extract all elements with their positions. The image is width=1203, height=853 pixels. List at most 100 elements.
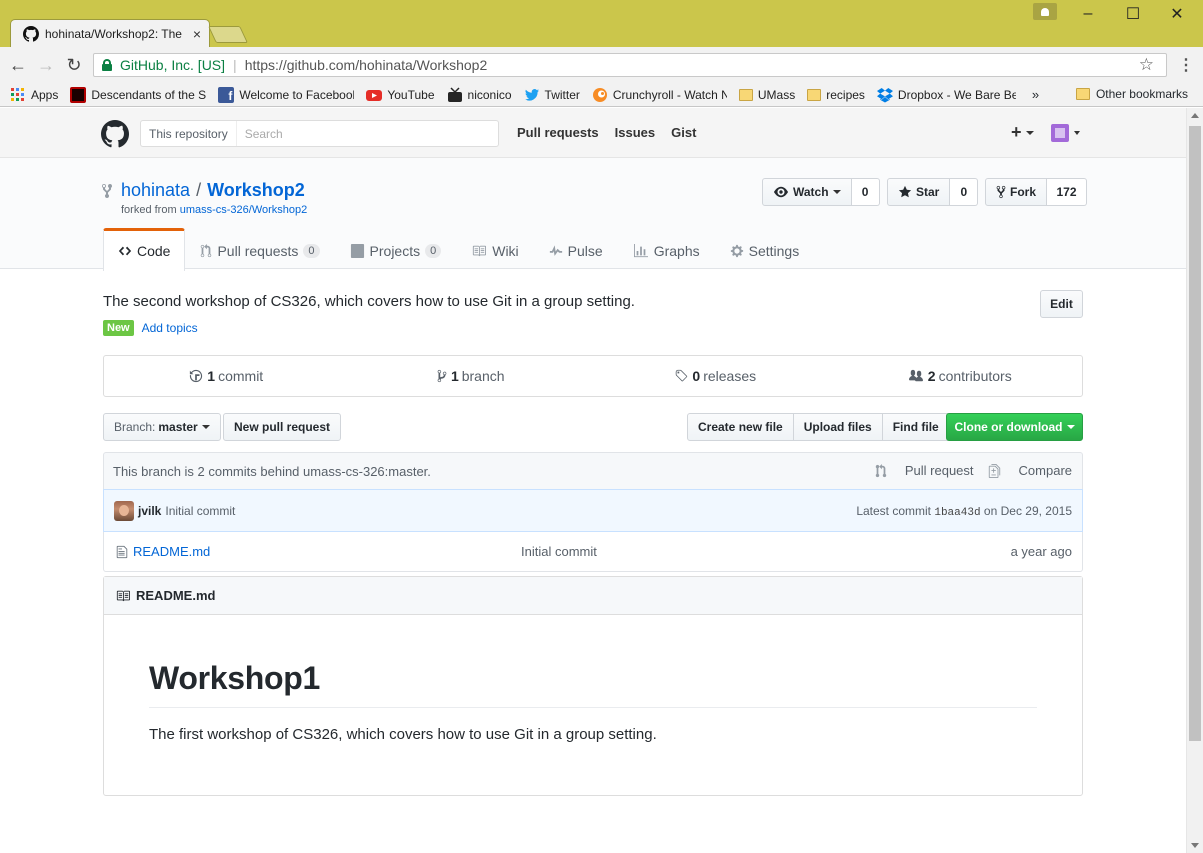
new-tab-button[interactable] <box>208 26 248 43</box>
book-icon <box>473 245 487 256</box>
file-age: a year ago <box>1010 544 1072 559</box>
bookmark-star-icon[interactable]: ☆ <box>1139 55 1154 75</box>
scrollbar-thumb[interactable] <box>1189 126 1201 741</box>
clone-or-download-button[interactable]: Clone or download <box>946 413 1083 441</box>
releases-count[interactable]: 0 releases <box>593 356 838 396</box>
commits-count[interactable]: 1 commit <box>104 356 349 396</box>
tab-close-icon[interactable]: × <box>193 26 201 42</box>
tab-pulse[interactable]: Pulse <box>534 228 618 270</box>
chevron-down-icon[interactable] <box>1074 131 1080 135</box>
compare-link[interactable]: Compare <box>988 463 1072 478</box>
branch-icon <box>437 369 447 383</box>
search-scope[interactable]: This repository <box>141 121 237 146</box>
watch-button[interactable]: Watch <box>762 178 852 206</box>
watch-count[interactable]: 0 <box>851 178 880 206</box>
create-new-menu[interactable]: + <box>1011 122 1034 143</box>
scroll-up-arrow-icon[interactable] <box>1191 113 1199 118</box>
tab-settings[interactable]: Settings <box>715 228 815 270</box>
file-row: README.md Initial commit a year ago <box>103 532 1083 572</box>
bookmark-folder-umass[interactable]: UMass <box>738 88 795 102</box>
repo-name-link[interactable]: Workshop2 <box>207 180 305 201</box>
niconico-favicon <box>447 86 462 102</box>
back-button[interactable]: ← <box>8 55 28 75</box>
maximize-button[interactable]: ☐ <box>1111 0 1155 28</box>
branches-count[interactable]: 1 branch <box>349 356 594 396</box>
secure-label: GitHub, Inc. [US] <box>120 57 226 73</box>
tab-code[interactable]: Code <box>103 228 186 271</box>
minimize-button[interactable]: – <box>1066 0 1110 28</box>
pull-request-link[interactable]: Pull request <box>875 463 974 478</box>
repo-title: hohinata / Workshop2 <box>101 180 305 201</box>
tab-label: Wiki <box>492 242 519 259</box>
forward-button[interactable]: → <box>36 55 56 75</box>
commit-message[interactable]: Initial commit <box>165 504 235 518</box>
bookmark-descendants[interactable]: Descendants of the Su <box>70 86 206 103</box>
new-pull-request-button[interactable]: New pull request <box>223 413 342 441</box>
commit-author[interactable]: jvilk <box>138 504 161 518</box>
bookmark-folder-recipes[interactable]: recipes <box>807 88 865 102</box>
tab-counter: 0 <box>425 243 442 258</box>
forked-from-link[interactable]: umass-cs-326/Workshop2 <box>180 204 308 216</box>
create-new-file-button[interactable]: Create new file <box>687 413 794 441</box>
nav-issues[interactable]: Issues <box>615 125 655 140</box>
bookmark-youtube[interactable]: YouTube <box>366 87 435 103</box>
page-viewport: This repository Pull requests Issues Gis… <box>0 108 1186 853</box>
tab-wiki[interactable]: Wiki <box>456 228 533 270</box>
browser-tab-active[interactable]: hohinata/Workshop2: The × <box>10 19 210 48</box>
bookmark-apps[interactable]: Apps <box>10 87 58 103</box>
tab-graphs[interactable]: Graphs <box>618 228 715 270</box>
edit-description-button[interactable]: Edit <box>1040 290 1083 318</box>
bookmark-crunchyroll[interactable]: Crunchyroll - Watch N <box>592 87 727 103</box>
path-separator: / <box>196 180 202 200</box>
tab-label: Settings <box>748 242 800 259</box>
star-count[interactable]: 0 <box>950 178 979 206</box>
browser-toolbar: ← → ↻ GitHub, Inc. [US] | https://github… <box>0 47 1203 83</box>
star-group: Star 0 <box>887 178 979 206</box>
url-text[interactable]: https://github.com/hohinata/Workshop2 <box>245 57 488 73</box>
github-logo-icon[interactable] <box>101 120 129 148</box>
find-file-button[interactable]: Find file <box>881 413 950 441</box>
nav-pull-requests[interactable]: Pull requests <box>517 125 599 140</box>
bookmark-dropbox[interactable]: Dropbox - We Bare Be <box>876 87 1016 103</box>
scroll-down-arrow-icon[interactable] <box>1191 843 1199 848</box>
fork-count[interactable]: 172 <box>1047 178 1088 206</box>
branches-number: 1 <box>450 368 459 384</box>
bookmarks-overflow-button[interactable]: » <box>1032 87 1039 102</box>
star-button[interactable]: Star <box>887 178 951 206</box>
nav-gist[interactable]: Gist <box>671 125 696 140</box>
reload-button[interactable]: ↻ <box>64 55 84 75</box>
folder-icon <box>1075 88 1090 100</box>
browser-menu-icon[interactable]: ⋮ <box>1178 55 1194 75</box>
bookmark-niconico[interactable]: niconico <box>447 86 512 103</box>
chevron-down-icon <box>832 190 841 194</box>
file-link[interactable]: README.md <box>116 544 210 559</box>
readme-box: README.md Workshop1 The first workshop o… <box>103 576 1083 796</box>
page-scrollbar[interactable] <box>1186 108 1203 853</box>
close-window-button[interactable]: ✕ <box>1155 0 1199 28</box>
tab-label: Pull requests <box>217 242 299 259</box>
bookmark-twitter[interactable]: Twitter <box>524 87 580 103</box>
fork-label: Fork <box>1010 185 1037 199</box>
forked-from-prefix: forked from <box>121 204 177 216</box>
bookmark-facebook[interactable]: f Welcome to Facebook <box>218 86 354 103</box>
commit-sha[interactable]: 1baa43d <box>934 507 980 519</box>
gear-icon <box>730 244 743 257</box>
compare-link-label: Compare <box>1018 463 1072 478</box>
commit-meta: Latest commit 1baa43d on Dec 29, 2015 <box>856 504 1072 519</box>
add-topics-link[interactable]: Add topics <box>142 321 198 335</box>
search-input[interactable] <box>236 126 487 141</box>
fork-button[interactable]: Fork <box>985 178 1048 206</box>
commit-author-avatar[interactable] <box>114 500 134 521</box>
other-bookmarks[interactable]: Other bookmarks <box>1075 87 1188 101</box>
contributors-count[interactable]: 2 contributors <box>838 356 1083 396</box>
tab-projects[interactable]: Projects 0 <box>335 228 457 270</box>
address-bar[interactable]: GitHub, Inc. [US] | https://github.com/h… <box>93 53 1167 77</box>
tab-pull-requests[interactable]: Pull requests 0 <box>185 228 334 270</box>
file-commit-message[interactable]: Initial commit <box>521 544 597 559</box>
repo-owner-link[interactable]: hohinata <box>121 180 190 201</box>
upload-files-button[interactable]: Upload files <box>792 413 883 441</box>
user-avatar[interactable] <box>1051 124 1069 142</box>
branch-select-menu[interactable]: Branch: master <box>103 413 221 441</box>
watch-label: Watch <box>793 185 829 199</box>
profile-icon[interactable] <box>1033 3 1057 20</box>
